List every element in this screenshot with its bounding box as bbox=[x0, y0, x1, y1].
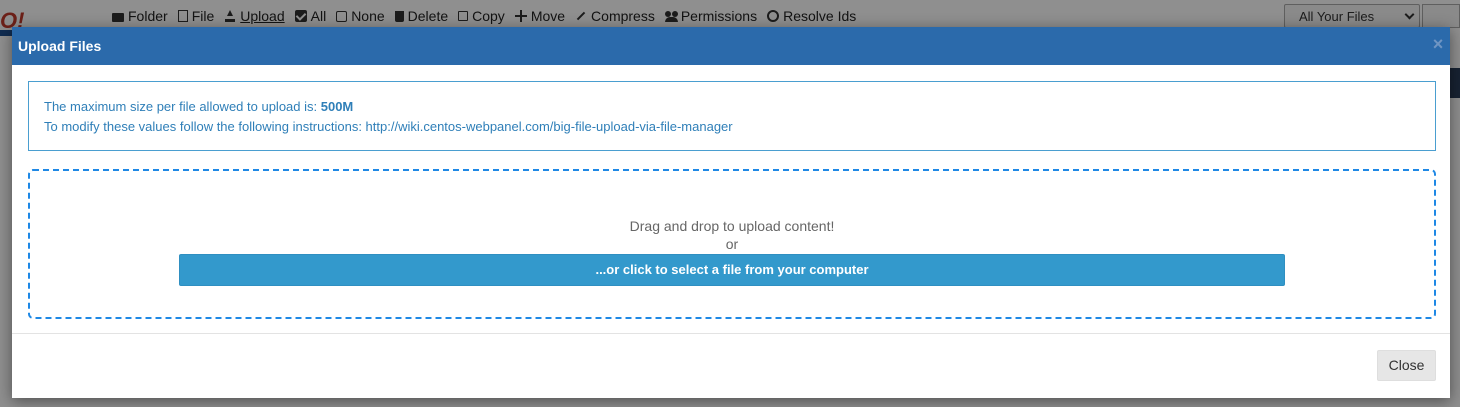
file-drop-zone[interactable]: Drag and drop to upload content! or ...o… bbox=[28, 169, 1436, 319]
footer-divider bbox=[12, 333, 1450, 334]
instructions-text: To modify these values follow the follow… bbox=[44, 119, 366, 134]
close-icon[interactable]: × bbox=[1430, 35, 1446, 53]
instructions-line: To modify these values follow the follow… bbox=[44, 119, 733, 134]
or-separator: or bbox=[725, 236, 739, 252]
close-button[interactable]: Close bbox=[1377, 350, 1436, 381]
drag-drop-hint: Drag and drop to upload content! bbox=[629, 218, 835, 234]
upload-limits-info: The maximum size per file allowed to upl… bbox=[28, 81, 1436, 151]
select-file-button[interactable]: ...or click to select a file from your c… bbox=[179, 254, 1285, 286]
upload-files-dialog: Upload Files × The maximum size per file… bbox=[12, 27, 1450, 398]
max-size-text: The maximum size per file allowed to upl… bbox=[44, 99, 321, 114]
max-size-value: 500M bbox=[320, 99, 354, 114]
dialog-header: Upload Files × bbox=[12, 27, 1450, 65]
max-size-line: The maximum size per file allowed to upl… bbox=[44, 99, 353, 114]
instructions-link[interactable]: http://wiki.centos-webpanel.com/big-file… bbox=[366, 119, 733, 134]
dialog-title: Upload Files bbox=[18, 38, 102, 54]
